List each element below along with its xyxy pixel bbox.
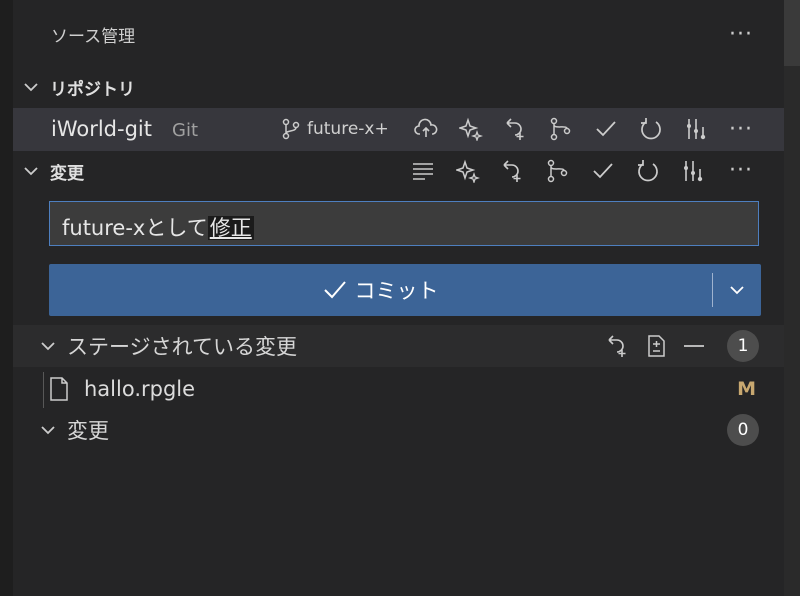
chevron-down-icon	[24, 83, 38, 92]
check-icon[interactable]	[594, 117, 618, 141]
commit-message-selection: 修正	[207, 216, 254, 240]
open-file-icon[interactable]	[644, 334, 668, 358]
branch-icon	[282, 118, 300, 140]
merge-icon[interactable]	[546, 159, 570, 183]
graph-icon[interactable]	[681, 159, 705, 183]
repositories-section-label: リポジトリ	[50, 79, 135, 100]
file-status-modified: M	[737, 378, 756, 400]
changes-section-header[interactable]: 変更 ···	[13, 157, 784, 185]
commit-button-label: コミット	[354, 279, 439, 303]
commit-message-text: future-xとして	[62, 216, 208, 240]
scrollbar-thumb[interactable]	[784, 0, 800, 66]
sparkle-icon[interactable]	[459, 117, 483, 141]
undo-icon[interactable]	[504, 117, 528, 141]
repository-more-button[interactable]: ···	[729, 119, 753, 141]
list-icon[interactable]	[411, 159, 435, 183]
repository-provider: Git	[172, 120, 199, 141]
file-icon	[50, 377, 68, 401]
activity-bar-edge	[0, 0, 13, 596]
view-title: ソース管理	[51, 27, 136, 47]
undo-icon[interactable]	[501, 159, 525, 183]
commit-button[interactable]: コミット	[49, 275, 712, 305]
chevron-down-icon	[41, 342, 55, 351]
changes-group-label: 変更	[67, 419, 109, 443]
merge-icon[interactable]	[549, 117, 573, 141]
discard-icon[interactable]	[606, 334, 630, 358]
changes-count-badge: 0	[727, 414, 759, 446]
changes-section-label: 変更	[50, 163, 84, 184]
chevron-down-icon	[730, 286, 744, 295]
staged-changes-group[interactable]: ステージされている変更 1	[13, 325, 784, 367]
branch-picker[interactable]: future-x+	[281, 118, 389, 140]
graph-icon[interactable]	[684, 117, 708, 141]
check-icon	[323, 281, 346, 299]
staged-count-badge: 1	[727, 330, 759, 362]
commit-button-group: コミット	[49, 264, 761, 316]
changes-more-button[interactable]: ···	[729, 160, 753, 182]
cloud-upload-icon[interactable]	[414, 117, 438, 141]
check-icon[interactable]	[591, 159, 615, 183]
sparkle-icon[interactable]	[456, 159, 480, 183]
repository-row[interactable]: iWorld-git Git future-x+ ···	[13, 108, 784, 151]
staged-file-row[interactable]: hallo.rpgle M	[13, 370, 784, 408]
repositories-section-header[interactable]: リポジトリ	[13, 74, 784, 100]
view-more-button[interactable]: ···	[729, 24, 753, 46]
refresh-icon[interactable]	[636, 159, 660, 183]
unstage-icon[interactable]	[682, 334, 706, 358]
repository-name: iWorld-git	[51, 117, 152, 141]
commit-dropdown-button[interactable]	[713, 280, 761, 300]
branch-name: future-x+	[307, 119, 389, 139]
staged-file-name: hallo.rpgle	[84, 377, 196, 401]
staged-changes-label: ステージされている変更	[67, 335, 297, 359]
scrollbar-track[interactable]	[784, 0, 800, 596]
commit-message-input[interactable]: future-xとして修正	[49, 201, 759, 246]
refresh-icon[interactable]	[639, 117, 663, 141]
chevron-down-icon	[24, 167, 38, 176]
chevron-down-icon	[41, 426, 55, 435]
changes-group[interactable]: 変更 0	[13, 412, 784, 448]
